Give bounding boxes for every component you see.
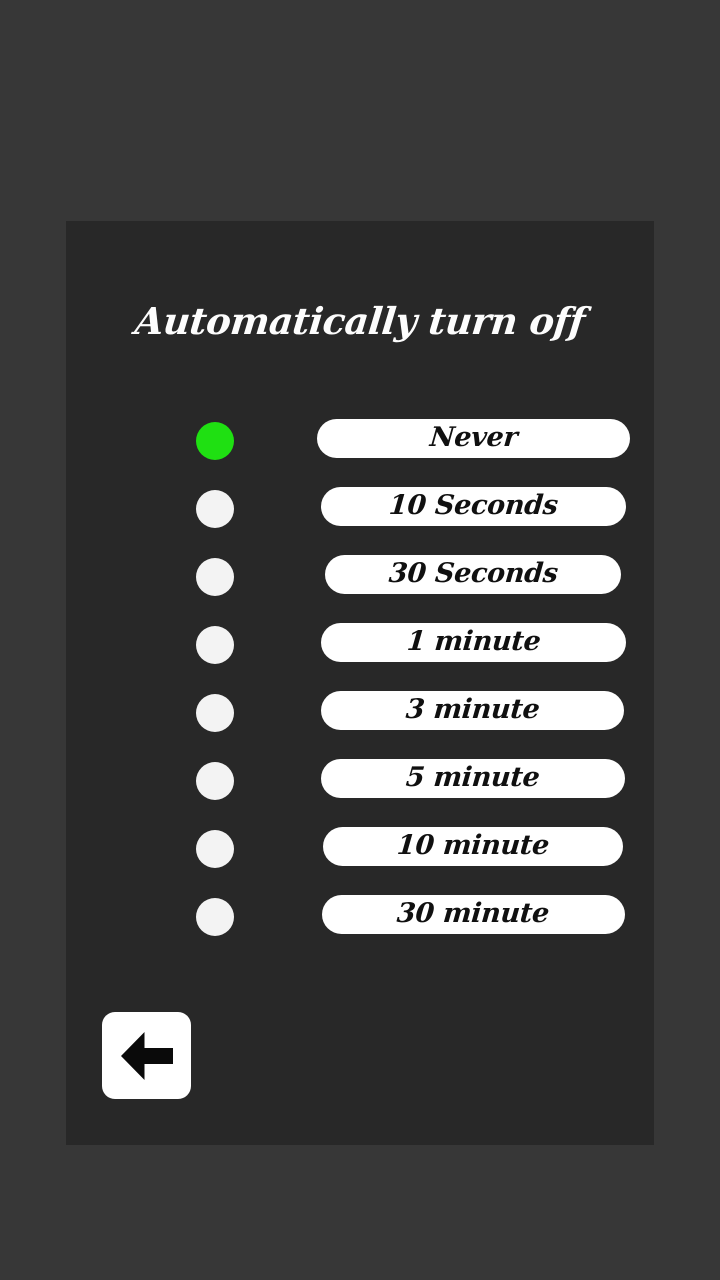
option-row[interactable]: 30 minute	[66, 895, 654, 939]
option-pill[interactable]: 1 minute	[321, 623, 626, 662]
option-row[interactable]: 10 Seconds	[66, 487, 654, 531]
radio-button[interactable]	[196, 694, 234, 732]
option-pill[interactable]: 30 Seconds	[325, 555, 621, 594]
auto-turn-off-option-list: Never 10 Seconds 30 Seconds 1 minute 3 minut…	[66, 221, 654, 1145]
radio-button[interactable]	[196, 490, 234, 528]
option-row[interactable]: 30 Seconds	[66, 555, 654, 599]
radio-button[interactable]	[196, 558, 234, 596]
settings-dialog-panel: Automatically turn off Never 10 Seconds 30…	[66, 221, 654, 1145]
back-button[interactable]	[102, 1012, 191, 1099]
app-screen: Automatically turn off Never 10 Seconds 30…	[0, 0, 720, 1280]
option-label: 10 Seconds	[387, 490, 560, 521]
option-pill[interactable]: 10 minute	[323, 827, 623, 866]
option-label: 30 minute	[396, 898, 551, 929]
radio-button[interactable]	[196, 626, 234, 664]
option-label: 3 minute	[404, 694, 541, 725]
option-row[interactable]: 1 minute	[66, 623, 654, 667]
option-row[interactable]: 10 minute	[66, 827, 654, 871]
option-label: 5 minute	[404, 762, 542, 793]
option-label: Never	[428, 422, 519, 453]
option-label: 30 Seconds	[387, 558, 559, 589]
arrow-left-icon	[118, 1030, 176, 1082]
option-label: 10 minute	[395, 830, 551, 861]
option-pill[interactable]: 30 minute	[322, 895, 625, 934]
option-pill[interactable]: 10 Seconds	[321, 487, 626, 526]
radio-button[interactable]	[196, 422, 234, 460]
option-row[interactable]: Never	[66, 419, 654, 463]
option-label: 1 minute	[405, 626, 542, 657]
option-pill[interactable]: 5 minute	[321, 759, 625, 798]
option-row[interactable]: 5 minute	[66, 759, 654, 803]
radio-button[interactable]	[196, 762, 234, 800]
option-row[interactable]: 3 minute	[66, 691, 654, 735]
radio-button[interactable]	[196, 830, 234, 868]
option-pill[interactable]: Never	[317, 419, 630, 458]
radio-button[interactable]	[196, 898, 234, 936]
option-pill[interactable]: 3 minute	[321, 691, 624, 730]
